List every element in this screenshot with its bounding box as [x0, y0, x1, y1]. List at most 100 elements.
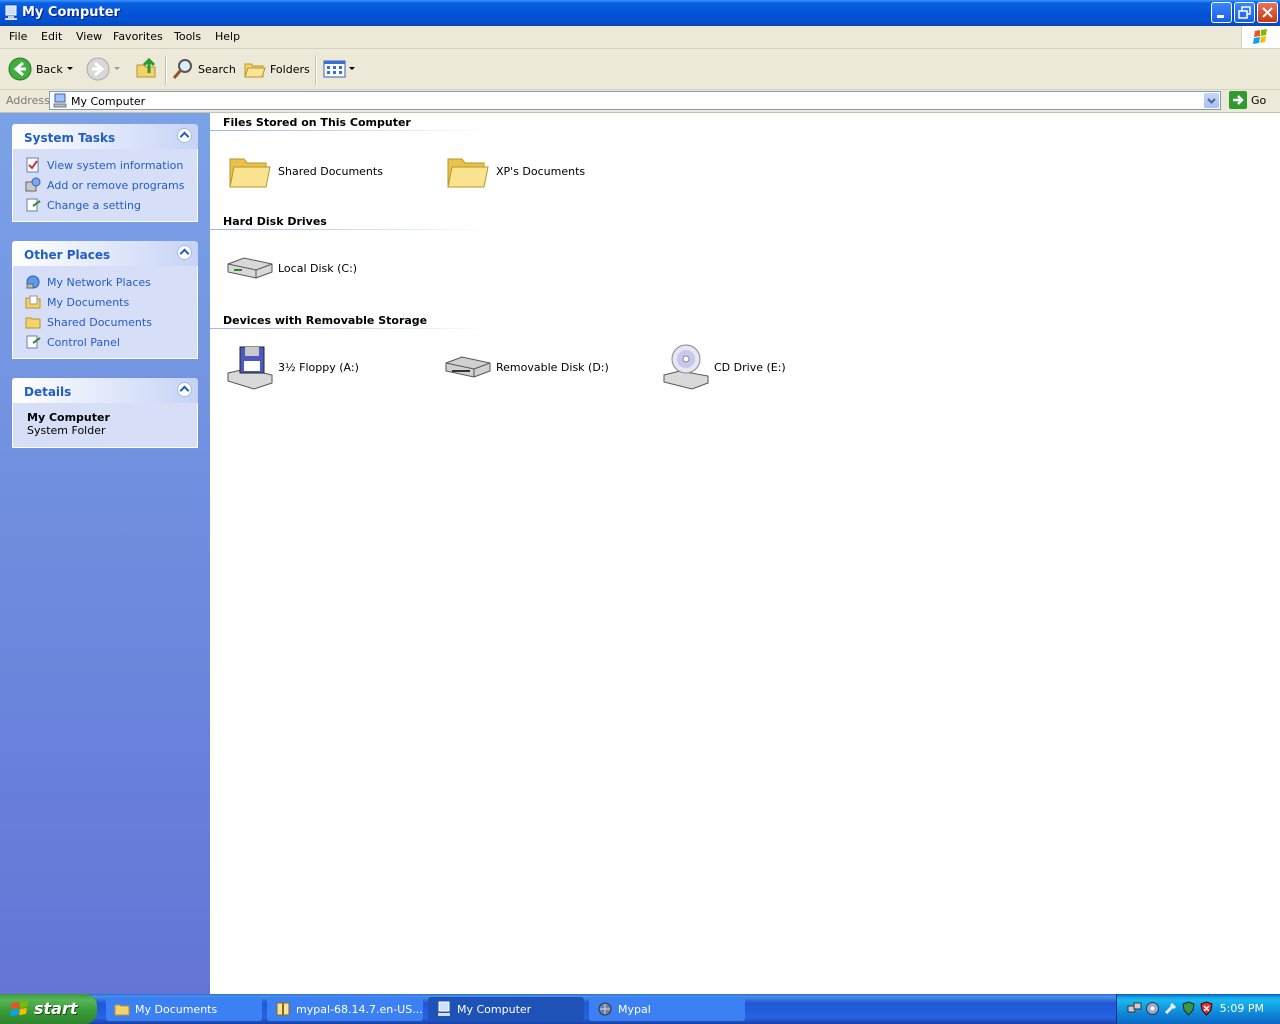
search-button[interactable]: Search [171, 57, 236, 81]
collapse-chevron-icon[interactable] [177, 245, 192, 260]
menu-help[interactable]: Help [215, 30, 240, 43]
chevron-down-icon [66, 67, 73, 70]
cd-drive-icon [663, 344, 709, 390]
computer-icon [53, 93, 67, 108]
local-disk-c-item[interactable]: Local Disk (C:) [226, 244, 357, 292]
change-a-setting-link[interactable]: Change a setting [13, 195, 197, 215]
taskbar-item-my-computer[interactable]: My Computer [428, 997, 584, 1021]
control-panel-icon [26, 335, 41, 349]
add-remove-programs-link[interactable]: Add or remove programs [13, 175, 197, 195]
shared-documents-link[interactable]: Shared Documents [13, 312, 197, 332]
up-folder-icon [136, 57, 156, 78]
start-label: start [34, 999, 78, 1018]
system-tray: 5:09 PM [1116, 994, 1280, 1024]
alert-shield-tray-icon[interactable] [1199, 1001, 1214, 1016]
control-panel-link[interactable]: Control Panel [13, 332, 197, 352]
wrench-tray-icon[interactable] [1163, 1001, 1178, 1016]
toolbar-separator [315, 55, 317, 85]
folders-button[interactable]: Folders [243, 57, 310, 81]
back-button[interactable]: Back [8, 57, 77, 81]
details-title: Details [24, 385, 72, 399]
minimize-icon [1217, 15, 1224, 18]
restore-button[interactable] [1234, 2, 1255, 23]
network-tray-icon[interactable] [1127, 1001, 1142, 1016]
my-documents-link[interactable]: My Documents [13, 292, 197, 312]
toolbar: Back Search Folders [0, 49, 1280, 90]
group-divider [210, 229, 490, 230]
floppy-drive-icon [227, 346, 273, 390]
address-dropdown-button[interactable] [1204, 93, 1219, 108]
windows-flag-icon [10, 1001, 28, 1016]
windows-logo [1241, 26, 1280, 48]
floppy-a-item[interactable]: 3½ Floppy (A:) [226, 343, 359, 391]
computer-icon [438, 1001, 450, 1016]
folders-icon [244, 63, 266, 78]
system-tasks-panel: System Tasks View system information Add… [12, 124, 198, 222]
network-places-icon [26, 275, 40, 289]
close-icon [1262, 7, 1273, 18]
system-tasks-header[interactable]: System Tasks [12, 124, 198, 149]
collapse-chevron-icon[interactable] [177, 128, 192, 143]
toolbar-separator [165, 55, 167, 85]
restore-icon [1238, 6, 1251, 19]
removable-disk-icon [445, 356, 491, 378]
archive-icon [276, 1002, 290, 1016]
shared-documents-item[interactable]: Shared Documents [226, 147, 383, 195]
details-panel: Details My Computer System Folder [12, 378, 198, 448]
folder-icon [447, 158, 489, 188]
chevron-down-icon [1207, 98, 1216, 104]
views-icon [323, 60, 346, 78]
removable-disk-d-item[interactable]: Removable Disk (D:) [444, 343, 609, 391]
menu-view[interactable]: View [76, 30, 102, 43]
menu-tools[interactable]: Tools [174, 30, 201, 43]
views-button[interactable] [323, 57, 357, 81]
forward-button[interactable] [86, 57, 124, 81]
menu-edit[interactable]: Edit [41, 30, 62, 43]
title-bar[interactable]: My Computer [0, 0, 1280, 26]
taskbar-item-my-documents[interactable]: My Documents [106, 997, 262, 1021]
address-bar: Address My Computer Go [0, 90, 1280, 113]
menu-favorites[interactable]: Favorites [113, 30, 163, 43]
address-value: My Computer [71, 95, 146, 108]
add-remove-programs-icon [25, 177, 41, 192]
my-documents-icon [25, 295, 41, 309]
view-system-information-link[interactable]: View system information [13, 155, 197, 175]
group-divider [210, 130, 490, 131]
minimize-button[interactable] [1211, 2, 1232, 23]
clock[interactable]: 5:09 PM [1220, 1002, 1264, 1015]
xps-documents-item[interactable]: XP's Documents [444, 147, 585, 195]
taskbar: start My Documents mypal-68.14.7.en-US..… [0, 994, 1280, 1024]
group-title-files: Files Stored on This Computer [223, 116, 411, 129]
folder-content: Files Stored on This Computer Shared Doc… [210, 113, 1280, 994]
close-button[interactable] [1257, 2, 1278, 23]
folder-icon [229, 158, 271, 188]
collapse-chevron-icon[interactable] [177, 382, 192, 397]
start-button[interactable]: start [0, 994, 97, 1024]
up-folder-button[interactable] [135, 57, 159, 81]
details-type: System Folder [27, 424, 106, 437]
other-places-title: Other Places [24, 248, 111, 262]
chevron-down-icon [114, 67, 120, 70]
cd-drive-e-item[interactable]: CD Drive (E:) [662, 343, 786, 391]
search-label: Search [198, 62, 236, 76]
menu-bar: File Edit View Favorites Tools Help [0, 26, 1280, 49]
folder-icon [114, 1004, 130, 1016]
other-places-header[interactable]: Other Places [12, 241, 198, 266]
go-button[interactable]: Go [1229, 91, 1266, 109]
taskbar-item-mypal[interactable]: Mypal [589, 997, 745, 1021]
control-panel-icon [26, 198, 41, 212]
hard-disk-icon [227, 257, 273, 279]
my-network-places-link[interactable]: My Network Places [13, 272, 197, 292]
settings-tray-icon[interactable] [1145, 1001, 1160, 1016]
go-arrow-icon [1229, 91, 1247, 109]
taskbar-item-mypal-installer[interactable]: mypal-68.14.7.en-US... [267, 997, 423, 1021]
address-label: Address [6, 94, 50, 107]
system-tasks-title: System Tasks [24, 131, 116, 145]
details-header[interactable]: Details [12, 378, 198, 403]
windows-flag-icon [1253, 29, 1267, 44]
security-shield-tray-icon[interactable] [1181, 1001, 1196, 1016]
group-divider [210, 328, 490, 329]
menu-file[interactable]: File [9, 30, 27, 43]
address-input[interactable]: My Computer [49, 91, 1221, 110]
go-label: Go [1251, 93, 1267, 107]
